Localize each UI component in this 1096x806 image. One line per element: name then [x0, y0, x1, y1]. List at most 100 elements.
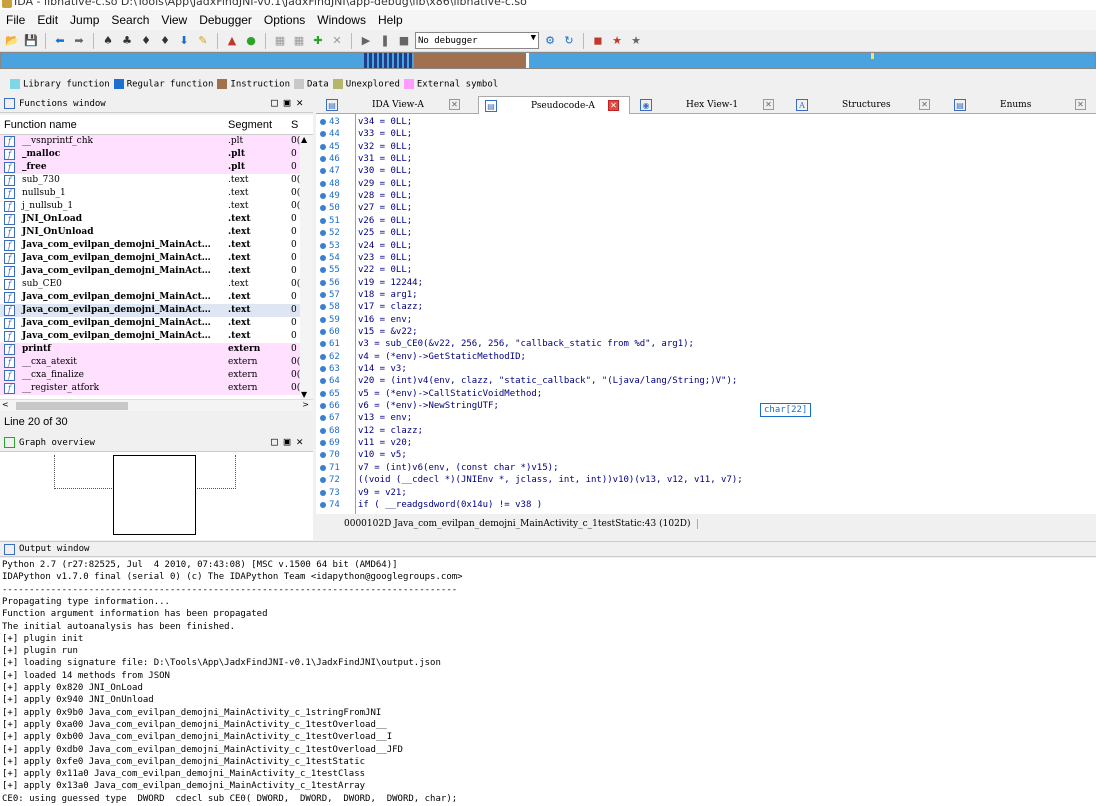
- code-line[interactable]: 51 v26 = 0LL;: [316, 215, 1096, 227]
- breakpoint-dot-icon[interactable]: [320, 501, 326, 508]
- breakpoint-dot-icon[interactable]: [320, 464, 326, 471]
- function-row[interactable]: f Java_com_evilpan_demojni_MainAct… .text 0: [0, 317, 300, 330]
- function-row[interactable]: f __cxa_atexit extern 0(: [0, 356, 300, 369]
- breakpoint-dot-icon[interactable]: [320, 353, 326, 360]
- code-line[interactable]: 60 v15 = &v22;: [316, 326, 1096, 338]
- function-row[interactable]: f printf extern 0: [0, 343, 300, 356]
- pseudocode-view[interactable]: 43 v34 = 0LL; 44 v33 = 0LL; 45 v32 = 0LL; 46 v3…: [316, 114, 1096, 514]
- function-row[interactable]: f sub_CE0 .text 0(: [0, 278, 300, 291]
- scroll-left-icon[interactable]: <: [2, 400, 9, 409]
- function-row[interactable]: f Java_com_evilpan_demojni_MainAct… .text 0: [0, 291, 300, 304]
- function-row[interactable]: f _malloc .plt 0: [0, 148, 300, 161]
- breakpoint-dot-icon[interactable]: [320, 304, 326, 311]
- add-icon[interactable]: ✚: [310, 33, 326, 49]
- tab-pseudocode-a[interactable]: ▤ Pseudocode-A ✕: [478, 96, 630, 114]
- debug-settings-icon[interactable]: ⚙: [542, 33, 558, 49]
- breakpoint-dot-icon[interactable]: [320, 180, 326, 187]
- code-line[interactable]: 57 v18 = arg1;: [316, 289, 1096, 301]
- code-line[interactable]: 49 v28 = 0LL;: [316, 190, 1096, 202]
- function-row[interactable]: f Java_com_evilpan_demojni_MainAct… .text 0: [0, 265, 300, 278]
- breakpoint-dot-icon[interactable]: [320, 341, 326, 348]
- code-line[interactable]: 45 v32 = 0LL;: [316, 141, 1096, 153]
- tab-enums[interactable]: ▤ Enums ✕: [948, 96, 1096, 113]
- function-row[interactable]: f j_nullsub_1 .text 0(: [0, 200, 300, 213]
- close-icon[interactable]: ✕: [763, 99, 774, 110]
- code-line[interactable]: 50 v27 = 0LL;: [316, 202, 1096, 214]
- function-row[interactable]: f __register_atfork extern 0(: [0, 382, 300, 395]
- menu-help[interactable]: Help: [372, 13, 409, 27]
- code-line[interactable]: 59 v16 = env;: [316, 314, 1096, 326]
- breakpoint-dot-icon[interactable]: [320, 328, 326, 335]
- code-line[interactable]: 43 v34 = 0LL;: [316, 116, 1096, 128]
- menu-file[interactable]: File: [0, 13, 31, 27]
- down-arrow-icon[interactable]: ⬇: [176, 33, 192, 49]
- breakpoint-dot-icon[interactable]: [320, 452, 326, 459]
- window-controls[interactable]: □▣✕: [271, 96, 309, 109]
- code-line[interactable]: 53 v24 = 0LL;: [316, 240, 1096, 252]
- breakpoint-dot-icon[interactable]: [320, 477, 326, 484]
- tab-structures[interactable]: A Structures ✕: [790, 96, 940, 113]
- code-line[interactable]: 70 v10 = v5;: [316, 449, 1096, 461]
- open-folder-icon[interactable]: 📂: [4, 33, 20, 49]
- code-line[interactable]: 48 v29 = 0LL;: [316, 178, 1096, 190]
- breakpoint-dot-icon[interactable]: [320, 217, 326, 224]
- output-console[interactable]: Python 2.7 (r27:82525, Jul 4 2010, 07:43…: [0, 558, 1096, 806]
- tab-hex-view-1[interactable]: ◉ Hex View-1 ✕: [634, 96, 784, 113]
- green-circle-icon[interactable]: ●: [243, 33, 259, 49]
- close-icon[interactable]: ✕: [919, 99, 930, 110]
- breakpoint-dot-icon[interactable]: [320, 230, 326, 237]
- code-line[interactable]: 44 v33 = 0LL;: [316, 128, 1096, 140]
- function-row[interactable]: f nullsub_1 .text 0(: [0, 187, 300, 200]
- code-line[interactable]: 46 v31 = 0LL;: [316, 153, 1096, 165]
- breakpoint-dot-icon[interactable]: [320, 279, 326, 286]
- breakpoint-dot-icon[interactable]: [320, 440, 326, 447]
- refresh-icon[interactable]: ↻: [561, 33, 577, 49]
- code-line[interactable]: 56 v19 = 12244;: [316, 277, 1096, 289]
- function-row[interactable]: f __vsnprintf_chk .plt 0(: [0, 135, 300, 148]
- menu-debugger[interactable]: Debugger: [193, 13, 258, 27]
- breakpoint-dot-icon[interactable]: [320, 415, 326, 422]
- graph-view-icon[interactable]: ▲: [224, 33, 240, 49]
- menu-jump[interactable]: Jump: [64, 13, 105, 27]
- tab-ida-view-a[interactable]: ▤ IDA View-A ✕: [320, 96, 470, 113]
- menu-search[interactable]: Search: [105, 13, 155, 27]
- code-line[interactable]: 47 v30 = 0LL;: [316, 165, 1096, 177]
- code-line[interactable]: 65 v5 = (*env)->CallStaticVoidMethod;: [316, 388, 1096, 400]
- breakpoint-dot-icon[interactable]: [320, 427, 326, 434]
- breakpoint-dot-icon[interactable]: [320, 156, 326, 163]
- menu-edit[interactable]: Edit: [31, 13, 64, 27]
- scroll-up-icon[interactable]: ▲: [301, 135, 307, 144]
- breakpoint-dot-icon[interactable]: [320, 378, 326, 385]
- play-icon[interactable]: ▶: [358, 33, 374, 49]
- search-next-icon[interactable]: ♦: [157, 33, 173, 49]
- breakpoint-dot-icon[interactable]: [320, 254, 326, 261]
- breakpoint-dot-icon[interactable]: [320, 316, 326, 323]
- code-line[interactable]: 54 v23 = 0LL;: [316, 252, 1096, 264]
- column-header-segment[interactable]: Segment: [228, 119, 272, 131]
- save-icon[interactable]: 💾: [23, 33, 39, 49]
- code-line[interactable]: 69 v11 = v20;: [316, 437, 1096, 449]
- breakpoint-dot-icon[interactable]: [320, 168, 326, 175]
- function-row[interactable]: f Java_com_evilpan_demojni_MainAct… .text 0: [0, 304, 300, 317]
- menu-options[interactable]: Options: [258, 13, 311, 27]
- breakpoint-dot-icon[interactable]: [320, 390, 326, 397]
- scroll-down-icon[interactable]: ▼: [301, 390, 307, 399]
- breakpoint-dot-icon[interactable]: [320, 193, 326, 200]
- cross-icon[interactable]: ✕: [329, 33, 345, 49]
- code-line[interactable]: 72 ((void (__cdecl *)(JNIEnv *, jclass, i…: [316, 474, 1096, 486]
- function-row[interactable]: f Java_com_evilpan_demojni_MainAct… .text 0: [0, 252, 300, 265]
- menu-windows[interactable]: Windows: [311, 13, 372, 27]
- breakpoint-dot-icon[interactable]: [320, 131, 326, 138]
- breakpoint-dot-icon[interactable]: [320, 291, 326, 298]
- stop-icon[interactable]: ■: [396, 33, 412, 49]
- code-line[interactable]: 74 if ( __readgsdword(0x14u) != v38 ): [316, 499, 1096, 511]
- breakpoint-dot-icon[interactable]: [320, 489, 326, 496]
- functions-vertical-scrollbar[interactable]: ▲ ▼: [300, 135, 313, 399]
- forward-arrow-icon[interactable]: ➡: [71, 33, 87, 49]
- plugin-icon[interactable]: ★: [628, 33, 644, 49]
- breakpoint-dot-icon[interactable]: [320, 366, 326, 372]
- breakpoint-dot-icon[interactable]: [320, 143, 326, 150]
- code-line[interactable]: 62 v4 = (*env)->GetStaticMethodID;: [316, 351, 1096, 363]
- code-line[interactable]: 52 v25 = 0LL;: [316, 227, 1096, 239]
- search-binary-icon[interactable]: ♣: [119, 33, 135, 49]
